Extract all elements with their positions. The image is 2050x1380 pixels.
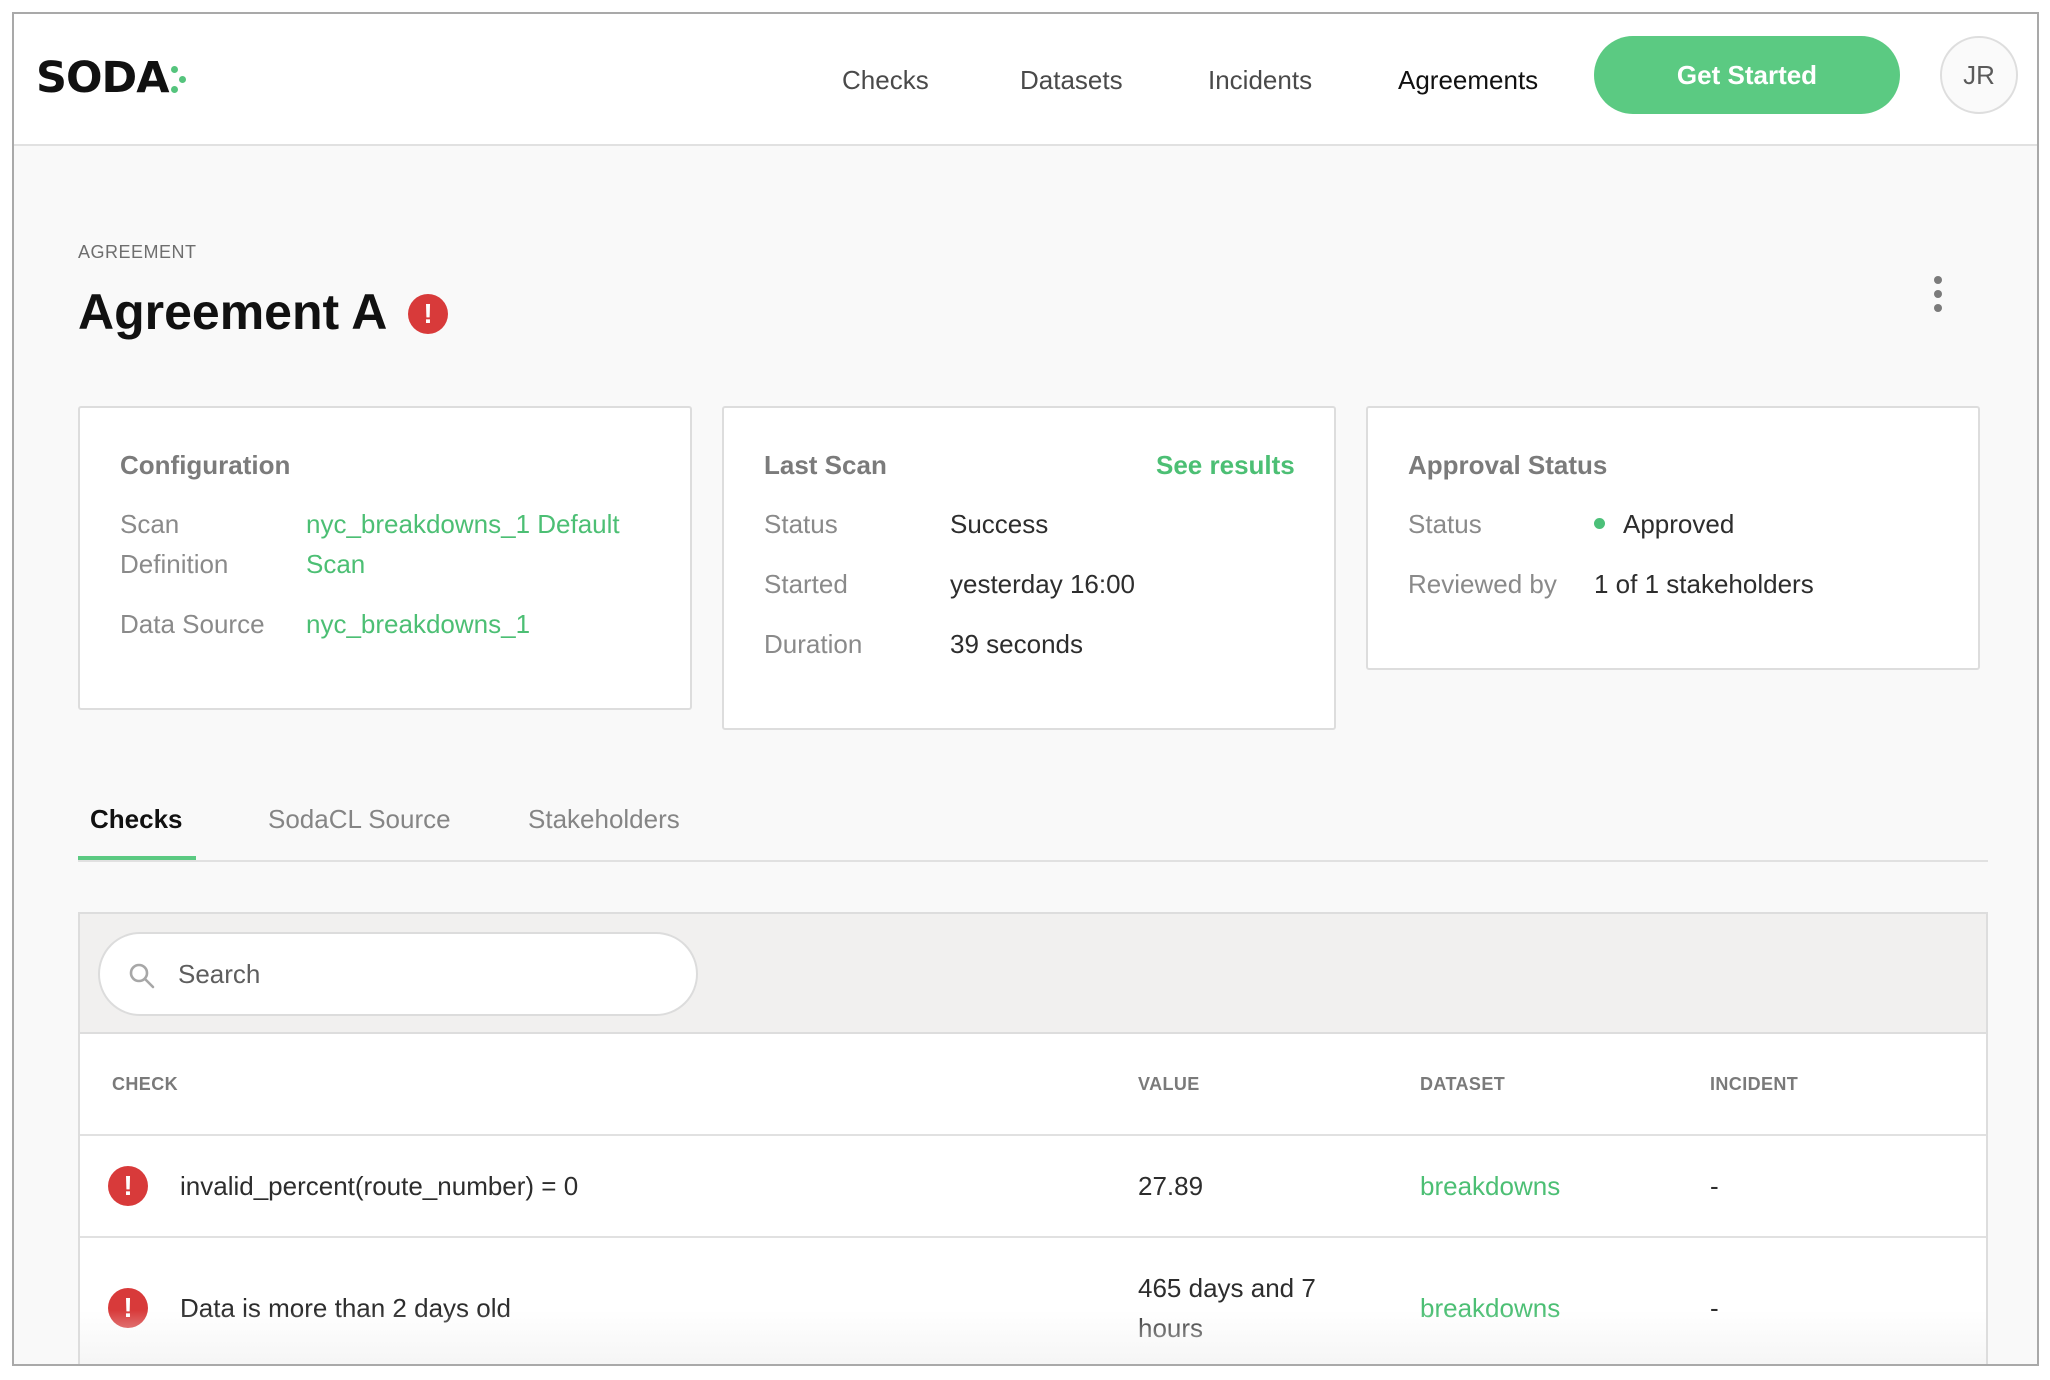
- status-label: Status: [764, 509, 838, 539]
- status-dot-icon: [1594, 517, 1605, 529]
- approval-status-text: Approved: [1623, 509, 1735, 539]
- check-value-line2: hours: [1138, 1313, 1204, 1343]
- dataset-link[interactable]: breakdowns: [1420, 1288, 1560, 1328]
- incident-value: -: [1710, 1293, 1719, 1323]
- incident-value: -: [1710, 1171, 1719, 1201]
- column-header-value[interactable]: VALUE: [1138, 1074, 1200, 1095]
- soda-logo[interactable]: SODA: [36, 53, 186, 103]
- error-icon: !: [108, 1166, 148, 1206]
- search-icon: [129, 963, 155, 989]
- scan-definition-label: Scan: [120, 509, 180, 539]
- reviewed-by-value: 1 of 1 stakeholders: [1594, 569, 1814, 599]
- column-header-check[interactable]: CHECK: [112, 1074, 178, 1095]
- more-vertical-icon[interactable]: [1928, 274, 1948, 314]
- tab-checks[interactable]: Checks: [90, 804, 183, 835]
- nav-incidents[interactable]: Incidents: [1208, 60, 1312, 100]
- configuration-card: Configuration Scan Definition nyc_breakd…: [78, 406, 692, 710]
- user-avatar[interactable]: JR: [1940, 36, 2018, 114]
- tab-sodacl-source[interactable]: SodaCL Source: [268, 804, 451, 835]
- tab-stakeholders[interactable]: Stakeholders: [528, 804, 680, 835]
- column-header-incident[interactable]: INCIDENT: [1710, 1074, 1798, 1095]
- check-name[interactable]: Data is more than 2 days old: [180, 1288, 511, 1328]
- nav-datasets[interactable]: Datasets: [1020, 60, 1123, 100]
- dataset-link[interactable]: breakdowns: [1420, 1166, 1560, 1206]
- error-icon: !: [108, 1288, 148, 1328]
- active-tab-indicator: [78, 856, 196, 860]
- logo-text: SODA: [36, 53, 169, 103]
- approval-status-card: Approval Status Status Approved Reviewed…: [1366, 406, 1980, 670]
- agreement-tabs: Checks SodaCL Source Stakeholders: [78, 798, 1988, 862]
- page-title: Agreement A: [78, 284, 388, 340]
- started-label: Started: [764, 569, 848, 599]
- scan-definition-link-line2[interactable]: Scan: [306, 544, 365, 584]
- duration-value: 39 seconds: [950, 629, 1083, 659]
- table-row[interactable]: ! invalid_percent(route_number) = 0 27.8…: [80, 1134, 1986, 1236]
- data-source-label: Data Source: [120, 609, 265, 639]
- scan-definition-link[interactable]: nyc_breakdowns_1 Default: [306, 504, 620, 544]
- reviewed-by-label: Reviewed by: [1408, 569, 1557, 599]
- check-value: 465 days and 7: [1138, 1273, 1316, 1303]
- check-name[interactable]: invalid_percent(route_number) = 0: [180, 1166, 578, 1206]
- table-toolbar: [80, 914, 1986, 1034]
- started-value: yesterday 16:00: [950, 569, 1136, 599]
- status-value: Success: [950, 509, 1049, 539]
- nav-agreements[interactable]: Agreements: [1398, 60, 1538, 100]
- card-title: Last Scan: [764, 450, 887, 480]
- last-scan-card: Last Scan See results Status Success Sta…: [722, 406, 1336, 730]
- scan-definition-label-line2: Definition: [120, 549, 229, 579]
- search-box[interactable]: [98, 932, 698, 1016]
- checks-table-panel: CHECK VALUE DATASET INCIDENT ! invalid_p…: [78, 912, 1988, 1364]
- app-window: SODA Checks Datasets Incidents Agreement…: [12, 12, 2039, 1366]
- page-overline: AGREEMENT: [78, 242, 197, 262]
- duration-label: Duration: [764, 629, 863, 659]
- table-row[interactable]: ! Data is more than 2 days old 465 days …: [80, 1236, 1986, 1364]
- top-nav-bar: SODA Checks Datasets Incidents Agreement…: [14, 14, 2037, 146]
- search-input[interactable]: [178, 952, 658, 996]
- see-results-link[interactable]: See results: [1156, 450, 1295, 481]
- card-title: Approval Status: [1408, 450, 1608, 480]
- data-source-link[interactable]: nyc_breakdowns_1: [306, 604, 530, 644]
- approval-status-label: Status: [1408, 509, 1482, 539]
- column-header-dataset[interactable]: DATASET: [1420, 1074, 1505, 1095]
- error-icon: !: [408, 294, 448, 334]
- logo-dots-icon: [169, 58, 187, 98]
- nav-checks[interactable]: Checks: [842, 60, 929, 100]
- check-value: 27.89: [1138, 1171, 1204, 1201]
- get-started-button[interactable]: Get Started: [1594, 36, 1900, 114]
- card-title: Configuration: [120, 450, 291, 480]
- approval-status-value: Approved: [1594, 504, 1734, 544]
